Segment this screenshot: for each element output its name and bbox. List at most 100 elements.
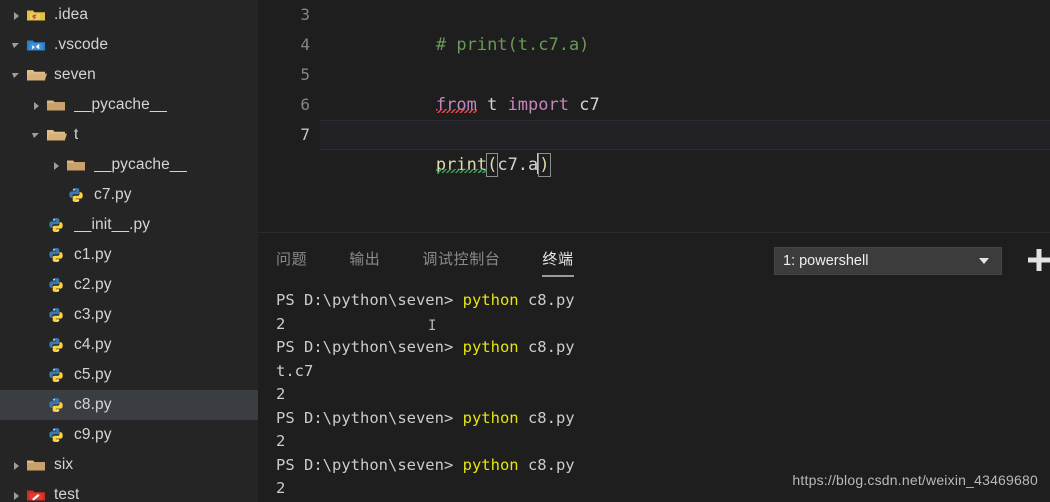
terminal-command-args: c8.py xyxy=(518,408,575,427)
chevron-right-icon[interactable] xyxy=(50,159,63,172)
tree-item-label: c4.py xyxy=(74,336,112,353)
terminal-select-value: 1: powershell xyxy=(783,253,869,269)
code-line-7[interactable]: print(c7.a) xyxy=(320,120,1050,177)
terminal-command-line: PS D:\python\seven> python c8.py xyxy=(276,407,1050,431)
folder-open-icon xyxy=(47,130,67,141)
chevron-right-icon[interactable] xyxy=(10,489,23,502)
code-line-3[interactable]: # print(t.c7.a) xyxy=(320,0,1050,55)
folder-icon xyxy=(67,160,85,171)
code-line-5[interactable]: from t import c7 xyxy=(320,60,1050,115)
panel-tab-list[interactable]: 问题 输出 调试控制台 终端 xyxy=(276,248,616,277)
panel-tab-debug-console[interactable]: 调试控制台 xyxy=(422,248,500,275)
tree-item-vscode[interactable]: .vscode xyxy=(0,30,258,60)
terminal-output-text: 2 xyxy=(276,385,286,403)
tree-item-label: t xyxy=(74,126,79,143)
tree-item-c1-py[interactable]: c1.py xyxy=(0,240,258,270)
code-line-6[interactable] xyxy=(320,90,1050,120)
python-file-icon xyxy=(45,336,67,354)
folder-icon xyxy=(45,96,67,114)
chevron-right-icon[interactable] xyxy=(10,459,23,472)
tree-item-pycache[interactable]: __pycache__ xyxy=(0,150,258,180)
python-file-icon xyxy=(49,368,63,382)
bottom-panel: 问题 输出 调试控制台 终端 1: powershell I PS D:\python… xyxy=(258,232,1050,502)
terminal-output[interactable]: I PS D:\python\seven> python c8.py 2 PS D:… xyxy=(276,289,1050,502)
terminal-output-text: 2 xyxy=(276,479,286,497)
tree-item-label: c1.py xyxy=(74,246,112,263)
tree-item-pycache[interactable]: __pycache__ xyxy=(0,90,258,120)
tree-item-label: test xyxy=(54,486,80,502)
code-line-4[interactable] xyxy=(320,30,1050,60)
tree-item-init-py[interactable]: __init__.py xyxy=(0,210,258,240)
line-number-gutter: 3 4 5 6 7 xyxy=(258,0,320,232)
file-explorer-sidebar[interactable]: .idea .vscode seven __pycache__ t __pycache__… xyxy=(0,0,258,502)
python-file-icon xyxy=(45,246,67,264)
tree-item-c9-py[interactable]: c9.py xyxy=(0,420,258,450)
terminal-command: python xyxy=(462,455,519,474)
tree-item-c5-py[interactable]: c5.py xyxy=(0,360,258,390)
plus-icon xyxy=(1028,249,1050,271)
terminal-select[interactable]: 1: powershell xyxy=(774,247,1002,275)
chevron-down-icon xyxy=(979,258,989,264)
python-file-icon xyxy=(49,248,63,262)
chevron-right-icon[interactable] xyxy=(30,99,43,112)
python-file-icon xyxy=(49,338,63,352)
terminal-output-line: t.c7 xyxy=(276,360,1050,384)
code-content[interactable]: # print(t.c7.a) from t import c7 print(c… xyxy=(320,0,1050,232)
folder-idea-icon xyxy=(27,10,45,21)
tree-item-c7-py[interactable]: c7.py xyxy=(0,180,258,210)
watermark: https://blog.csdn.net/weixin_43469680 xyxy=(792,472,1038,488)
chevron-down-icon[interactable] xyxy=(10,69,23,82)
line-number: 6 xyxy=(300,95,310,114)
ibeam-cursor: I xyxy=(428,318,437,334)
folder-vscode-icon xyxy=(25,36,47,54)
python-file-icon xyxy=(65,186,87,204)
folder-icon xyxy=(65,156,87,174)
tree-item-six[interactable]: six xyxy=(0,450,258,480)
tree-item-idea[interactable]: .idea xyxy=(0,0,258,30)
chevron-right-icon[interactable] xyxy=(10,9,23,22)
add-terminal-button[interactable] xyxy=(1022,243,1050,277)
folder-open-icon xyxy=(27,70,47,81)
python-file-icon xyxy=(45,396,67,414)
python-file-icon xyxy=(49,278,63,292)
tree-item-test[interactable]: test xyxy=(0,480,258,502)
code-editor[interactable]: 3 4 5 6 7 # print(t.c7.a) from t import … xyxy=(258,0,1050,232)
panel-tab-problems[interactable]: 问题 xyxy=(276,248,307,275)
tree-item-label: .vscode xyxy=(54,36,109,53)
tree-item-label: c2.py xyxy=(74,276,112,293)
python-file-icon xyxy=(49,428,63,442)
python-file-icon xyxy=(49,308,63,322)
terminal-command-args: c8.py xyxy=(518,338,575,356)
tree-item-label: six xyxy=(54,456,74,473)
terminal-output-text: 2 xyxy=(276,314,286,333)
terminal-command-args: c8.py xyxy=(518,291,575,309)
tree-item-label: __pycache__ xyxy=(74,96,168,113)
terminal-prompt: PS D:\python\seven> xyxy=(276,291,463,309)
line-number: 3 xyxy=(300,5,310,24)
tree-item-seven[interactable]: seven xyxy=(0,60,258,90)
folder-open-icon xyxy=(45,126,67,144)
terminal-output-text: t.c7 xyxy=(276,361,314,380)
tree-item-c4-py[interactable]: c4.py xyxy=(0,330,258,360)
tree-item-c2-py[interactable]: c2.py xyxy=(0,270,258,300)
panel-tab-output[interactable]: 输出 xyxy=(349,248,380,275)
tree-item-c3-py[interactable]: c3.py xyxy=(0,300,258,330)
python-file-icon xyxy=(49,398,63,412)
folder-open-icon xyxy=(25,66,47,84)
terminal-prompt: PS D:\python\seven> xyxy=(276,338,463,356)
tree-item-t[interactable]: t xyxy=(0,120,258,150)
tree-item-label: c7.py xyxy=(94,186,132,203)
file-tree[interactable]: .idea .vscode seven __pycache__ t __pycache__… xyxy=(0,0,258,502)
chevron-down-icon[interactable] xyxy=(10,39,23,52)
terminal-command: python xyxy=(462,291,519,309)
line-number: 5 xyxy=(300,65,310,84)
tree-item-c8-py[interactable]: c8.py xyxy=(0,390,258,420)
terminal-command-line: PS D:\python\seven> python c8.py xyxy=(276,336,1050,360)
panel-tab-terminal[interactable]: 终端 xyxy=(542,248,574,277)
bracket-match-open: ( xyxy=(486,153,499,177)
chevron-down-icon[interactable] xyxy=(30,129,43,142)
tree-item-label: c5.py xyxy=(74,366,112,383)
